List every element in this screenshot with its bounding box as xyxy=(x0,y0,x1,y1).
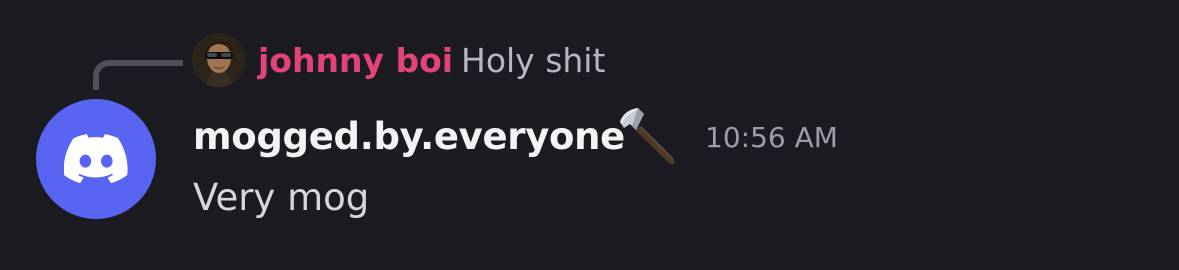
user-avatar-icon xyxy=(192,33,246,87)
reply-connector xyxy=(93,60,183,90)
discord-logo-icon xyxy=(64,134,128,184)
message-content: Very mog xyxy=(193,176,370,219)
chat-message: johnny boi Holy shit mogged.by.everyone … xyxy=(0,0,1179,270)
author-name[interactable]: mogged.by.everyone xyxy=(193,112,625,162)
message-timestamp: 10:56 AM xyxy=(705,121,838,154)
reply-preview-text[interactable]: Holy shit xyxy=(461,39,605,83)
author-avatar[interactable] xyxy=(36,99,156,219)
reply-author-name[interactable]: johnny boi xyxy=(258,39,453,83)
hammer-icon xyxy=(620,108,675,164)
role-icon[interactable] xyxy=(614,104,680,166)
reply-avatar[interactable] xyxy=(192,33,246,87)
